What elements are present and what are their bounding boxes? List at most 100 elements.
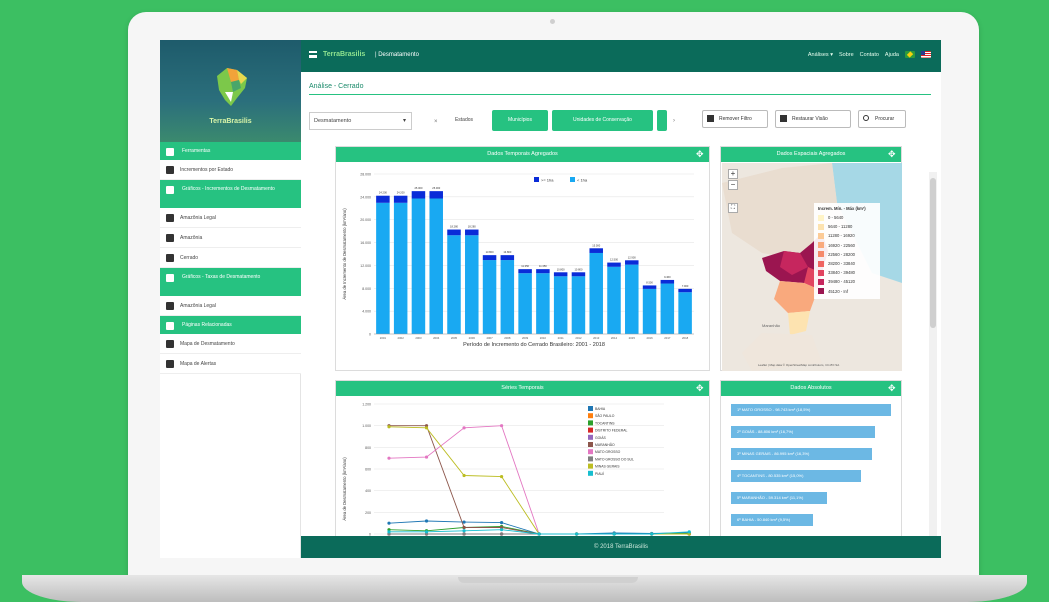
chevron-right-icon[interactable]: ›	[673, 118, 675, 124]
y-tick-label: 24.000	[360, 195, 371, 199]
x-tick-label: 2014	[611, 336, 618, 340]
bar-gte-1ha	[518, 269, 532, 274]
flag-brazil-icon[interactable]	[905, 51, 915, 58]
legend-swatch	[570, 177, 575, 182]
y-axis-label: Área de Desmatamento (km²/ano)	[342, 457, 347, 521]
clear-select-icon[interactable]: ×	[434, 119, 438, 125]
sidebar-item-0[interactable]: Ferramentas	[160, 142, 301, 160]
zoom-out-button[interactable]: −	[728, 180, 738, 190]
zoom-in-button[interactable]: +	[728, 169, 738, 179]
x-tick-label: 2008	[504, 336, 511, 340]
sidebar-item-1[interactable]: Incrementos por Estado	[160, 160, 301, 180]
settings-gear-icon[interactable]: ✥	[888, 384, 897, 393]
chart-icon	[166, 234, 174, 242]
scrollbar-thumb[interactable]	[930, 178, 936, 328]
hbar-row[interactable]: 6º BAHIA - 50.840 km² (9,5%)	[731, 514, 814, 526]
data-label: 11.350	[521, 264, 529, 268]
sidebar-item-label: Cerrado	[180, 255, 199, 261]
map-attribution[interactable]: Leaflet | Map data © OpenStreetMap contr…	[758, 363, 839, 367]
hbar-row[interactable]: 2º GOIÁS - 88.806 km² (16,7%)	[731, 426, 875, 438]
y-tick-label: 0	[369, 333, 371, 337]
legend-label: GOIÁS	[595, 436, 606, 440]
tab-municipalities[interactable]: Municípios	[492, 110, 548, 131]
bar-gte-1ha	[607, 262, 621, 267]
bar-lt-1ha	[553, 276, 568, 334]
x-tick-label: 2010	[540, 336, 547, 340]
tab-states[interactable]: Estados	[446, 110, 482, 131]
hamburger-menu-icon[interactable]	[309, 51, 317, 58]
legend-swatch	[818, 260, 824, 267]
flag-usa-icon[interactable]	[921, 51, 931, 58]
data-label: 8.500	[646, 280, 653, 284]
legend-swatch	[818, 232, 824, 239]
sidebar-item-label: Amazônia	[180, 235, 203, 241]
legend-label: BAHIA	[595, 407, 606, 411]
search-button[interactable]: Procurar	[858, 110, 906, 128]
legend-swatch	[534, 177, 539, 182]
nav-help[interactable]: Ajuda	[885, 52, 899, 58]
legend-label: TOCANTINS	[595, 421, 615, 425]
data-label: 11.350	[539, 264, 547, 268]
restore-view-button[interactable]: Restaurar Visão	[775, 110, 851, 128]
tab-more[interactable]	[657, 110, 667, 131]
fullscreen-icon[interactable]: ⛶	[728, 203, 738, 213]
settings-gear-icon[interactable]: ✥	[888, 150, 897, 159]
tab-conservation-units[interactable]: Unidades de Conservação	[552, 110, 653, 131]
laptop-notch	[458, 577, 638, 583]
absolute-bar-chart: 1º MATO GROSSO - 98.743 km² (18,5%) 2º GO…	[721, 396, 903, 541]
sidebar-item-label: Incrementos por Estado	[180, 167, 234, 173]
svg-text:Maranhão: Maranhão	[762, 323, 781, 328]
bar-lt-1ha	[678, 292, 692, 334]
bar-lt-1ha	[500, 260, 515, 334]
remove-filter-button[interactable]: Remover Filtro	[702, 110, 768, 128]
bar-gte-1ha	[571, 272, 586, 277]
data-label: 15.000	[592, 243, 600, 247]
sidebar-item-2[interactable]: Gráficos - Incrementos de Desmatamento	[160, 180, 301, 208]
data-label: 13.800	[486, 250, 494, 254]
series-line	[388, 425, 690, 535]
settings-gear-icon[interactable]: ✥	[696, 384, 705, 393]
hbar-row[interactable]: 5º MARANHÃO - 59.314 km² (11,1%)	[731, 492, 828, 504]
bar-lt-1ha	[571, 276, 586, 334]
choropleth-map[interactable]: Maranhão + − ⛶ Increm. Mín. - Máx (km²) …	[722, 163, 902, 371]
bar-gte-1ha	[465, 229, 479, 236]
settings-gear-icon[interactable]: ✥	[696, 150, 705, 159]
wrench-icon	[166, 148, 174, 156]
sidebar-item-7[interactable]: Amazônia Legal	[160, 296, 301, 316]
legend-swatch	[588, 442, 593, 447]
x-tick-label: 2003	[415, 336, 422, 340]
sidebar-item-6[interactable]: Gráficos - Taxas de Desmatamento	[160, 268, 301, 296]
bar-gte-1ha	[500, 255, 515, 261]
sidebar-item-9[interactable]: Mapa de Desmatamento	[160, 334, 301, 354]
nav-contact[interactable]: Contato	[860, 52, 879, 58]
x-tick-label: 2016	[646, 336, 653, 340]
map-icon	[166, 360, 174, 368]
time-series-line-chart: 02004006008001.0001.200Área de Desmatame…	[342, 403, 691, 537]
layer-select[interactable]: Desmatamento	[309, 112, 412, 130]
sidebar-item-10[interactable]: Mapa de Alertas	[160, 354, 301, 374]
sidebar-item-3[interactable]: Amazônia Legal	[160, 208, 301, 228]
sidebar-item-4[interactable]: Amazônia	[160, 228, 301, 248]
hbar-row[interactable]: 4º TOCANTINS - 80.535 km² (15,0%)	[731, 470, 862, 482]
bar-gte-1ha	[553, 272, 568, 277]
chart-icon	[166, 254, 174, 262]
hbar-row[interactable]: 3º MINAS GERAIS - 86.995 km² (16,3%)	[731, 448, 872, 460]
nav-about[interactable]: Sobre	[839, 52, 854, 58]
sidebar-item-8[interactable]: Páginas Relacionadas	[160, 316, 301, 334]
brand-title[interactable]: TerraBrasilis	[323, 51, 365, 58]
hbar-row[interactable]: 1º MATO GROSSO - 98.743 km² (18,5%)	[731, 404, 891, 416]
x-tick-label: 2002	[398, 336, 405, 340]
legend-swatch	[588, 427, 593, 433]
x-tick-label: 2011	[558, 336, 564, 340]
app-screen: TerraBrasilis Ferramentas Incrementos por…	[160, 40, 941, 558]
sidebar-item-label: Mapa de Desmatamento	[180, 341, 235, 347]
y-tick-label: 800	[365, 446, 371, 450]
bar-lt-1ha	[447, 235, 461, 334]
sidebar-item-5[interactable]: Cerrado	[160, 248, 301, 268]
legend-label: DISTRITO FEDERAL	[595, 429, 627, 433]
legend-swatch	[818, 223, 824, 230]
nav-analyses[interactable]: Análises ▾	[808, 52, 833, 58]
legend-label: 5640 - 11280	[828, 224, 853, 230]
legend-row: 28200 - 33840	[818, 259, 876, 268]
legend-row: 45120 - Inf	[818, 287, 876, 296]
